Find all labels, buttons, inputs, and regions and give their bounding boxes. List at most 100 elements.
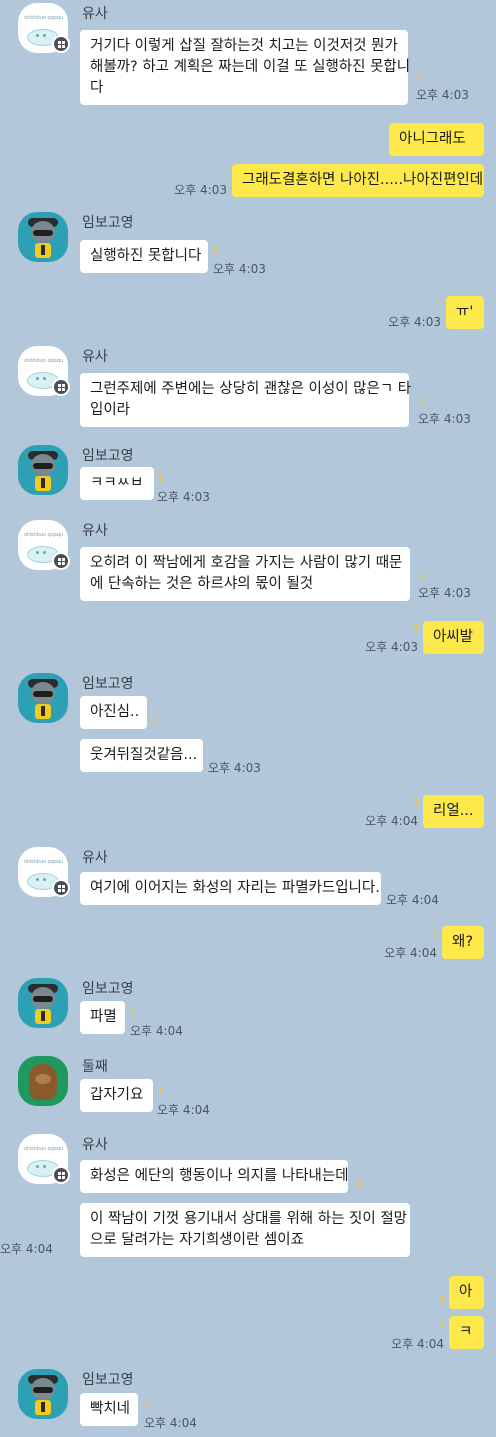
slime-eye-icon [43, 1165, 46, 1168]
slime-eye-icon [36, 1165, 39, 1168]
avatar[interactable] [18, 1369, 68, 1419]
unread-count: 1 [222, 166, 229, 177]
message-text: 그런주제에 주변에는 상당히 괜찮은 이성이 많은ㄱ 타 [90, 381, 412, 397]
message-bubble[interactable]: ㅠ' [446, 296, 484, 329]
message-bubble[interactable]: 아 [449, 1276, 484, 1309]
unread-count: 1 [413, 797, 420, 808]
message-bubble[interactable]: 아니그래도 [389, 123, 484, 156]
message-text: 다 [90, 80, 104, 96]
message-bubble[interactable]: 갑자기요 [80, 1079, 153, 1112]
character-eyes-icon [33, 230, 53, 236]
message-bubble[interactable]: 빡치네 [80, 1393, 138, 1426]
sender-name: 임보고영 [82, 215, 134, 231]
avatar-caption: ohbhbuo qqaqu [24, 532, 64, 538]
message-timestamp: 오후 4:03 [388, 315, 441, 329]
message-text: 그래도결혼하면 나아진.....나아진편인데 [242, 172, 484, 188]
unread-count: 1 [157, 473, 164, 484]
unread-count: 1 [418, 395, 425, 406]
slime-eye-icon [43, 878, 46, 881]
unread-count: 1 [152, 715, 159, 726]
avatar[interactable] [18, 978, 68, 1028]
avatar[interactable] [18, 1056, 68, 1106]
message-bubble[interactable]: 파멸 [80, 1001, 125, 1034]
avatar-caption: ohbhbuo qqaqu [24, 1146, 64, 1152]
message-text: 갑자기요 [90, 1087, 144, 1103]
unread-count: 1 [357, 1179, 364, 1190]
multi-profile-badge-icon [52, 879, 70, 897]
avatar[interactable] [18, 445, 68, 495]
slime-eye-icon [43, 34, 46, 37]
sender-name: 임보고영 [82, 448, 134, 464]
message-text: 화성은 에단의 행동이나 의지를 나타내는데 [90, 1168, 349, 1184]
message-text: 여기에 이어지는 화성의 자리는 파멸카드입니다. [90, 880, 380, 896]
character-eyes-icon [33, 691, 53, 697]
sender-name: 유사 [82, 850, 108, 866]
message-text: 웃겨뒤질것같음... [90, 747, 198, 763]
message-bubble[interactable]: 오히려 이 짝남에게 호감을 가지는 사람이 많기 때문에 단속하는 것은 하르… [80, 547, 410, 601]
message-text: 실행하진 못합니다 [90, 248, 202, 264]
unread-count: 1 [208, 744, 215, 755]
slime-eye-icon [36, 34, 39, 37]
multi-profile-badge-icon [52, 35, 70, 53]
message-text: 왜? [452, 934, 474, 950]
character-tie-icon [41, 245, 45, 255]
slime-eye-icon [43, 377, 46, 380]
message-bubble[interactable]: 실행하진 못합니다 [80, 240, 208, 273]
message-timestamp: 오후 4:04 [144, 1416, 197, 1430]
message-text: 오히려 이 짝남에게 호감을 가지는 사람이 많기 때문 [90, 555, 403, 571]
message-bubble[interactable]: 그래도결혼하면 나아진.....나아진편인데 [232, 164, 484, 197]
message-text: 에 단속하는 것은 하르샤의 몫이 될것 [90, 576, 314, 592]
message-bubble[interactable]: 리얼... [423, 795, 484, 828]
avatar-caption: ohbhbuo qqaqu [24, 15, 64, 21]
message-text: 빡치네 [90, 1401, 131, 1417]
message-text: 아씨발 [433, 629, 474, 645]
sender-name: 임보고영 [82, 676, 134, 692]
message-bubble[interactable]: 여기에 이어지는 화성의 자리는 파멸카드입니다. [80, 872, 381, 905]
slime-eye-icon [36, 878, 39, 881]
message-text: 입이라 [90, 402, 131, 418]
message-bubble[interactable]: 왜? [442, 926, 484, 959]
message-text: ㅋ [459, 1324, 473, 1340]
slime-eye-icon [43, 551, 46, 554]
message-timestamp: 오후 4:03 [208, 761, 261, 775]
message-bubble[interactable]: 이 짝남이 기껏 용기내서 상대를 위해 하는 짓이 절망 으로 달려가는 자기희… [80, 1203, 410, 1257]
message-text: 아니그래도 [399, 131, 466, 147]
message-timestamp: 오후 4:03 [157, 490, 210, 504]
message-timestamp: 오후 4:04 [0, 1242, 53, 1256]
message-timestamp: 오후 4:04 [386, 893, 439, 907]
message-text: 리얼... [433, 803, 474, 819]
message-text: 해볼까? 하고 계획은 짜는데 이걸 또 실행하진 못합니 [90, 59, 411, 75]
message-text: 으로 달려가는 자기희생이란 셈이죠 [90, 1232, 304, 1248]
unread-count: 1 [413, 623, 420, 634]
message-text: ㅋㅋㅆㅂ [90, 475, 144, 491]
slime-eye-icon [36, 377, 39, 380]
message-text: 파멸 [90, 1009, 117, 1025]
sender-name: 유사 [82, 6, 108, 22]
sender-name: 임보고영 [82, 981, 134, 997]
message-bubble[interactable]: ㅋㅋㅆㅂ [80, 467, 154, 500]
message-bubble[interactable]: 아씨발 [423, 621, 484, 654]
sender-name: 유사 [82, 1137, 108, 1153]
message-bubble[interactable]: ㅋ [449, 1316, 484, 1349]
character-tie-icon [41, 706, 45, 716]
unread-count: 1 [130, 1007, 137, 1018]
multi-profile-badge-icon [52, 378, 70, 396]
message-timestamp: 오후 4:04 [365, 814, 418, 828]
message-timestamp: 오후 4:03 [174, 183, 227, 197]
message-bubble[interactable]: 웃겨뒤질것같음... [80, 739, 203, 772]
avatar[interactable] [18, 673, 68, 723]
unread-count: 1 [418, 569, 425, 580]
unread-count: 1 [144, 1399, 151, 1410]
message-bubble[interactable]: 화성은 에단의 행동이나 의지를 나타내는데 [80, 1160, 349, 1193]
message-text: ㅠ' [456, 304, 474, 320]
message-bubble[interactable]: 그런주제에 주변에는 상당히 괜찮은 이성이 많은ㄱ 타입이라 [80, 373, 412, 427]
chat-area: ohbhbuo qqaqu 유사 거기다 이렇게 삽질 잘하는것 치고는 이것저것 … [0, 0, 496, 1437]
unread-count: 1 [213, 245, 220, 256]
message-bubble[interactable]: 거기다 이렇게 삽질 잘하는것 치고는 이것저것 뭔가 해볼까? 하고 계획은 짜… [80, 30, 411, 105]
character-tie-icon [41, 478, 45, 488]
sender-name: 임보고영 [82, 1372, 134, 1388]
avatar[interactable] [18, 212, 68, 262]
message-timestamp: 오후 4:03 [418, 412, 471, 426]
message-timestamp: 오후 4:04 [384, 946, 437, 960]
message-bubble[interactable]: 아진심.. [80, 696, 147, 729]
